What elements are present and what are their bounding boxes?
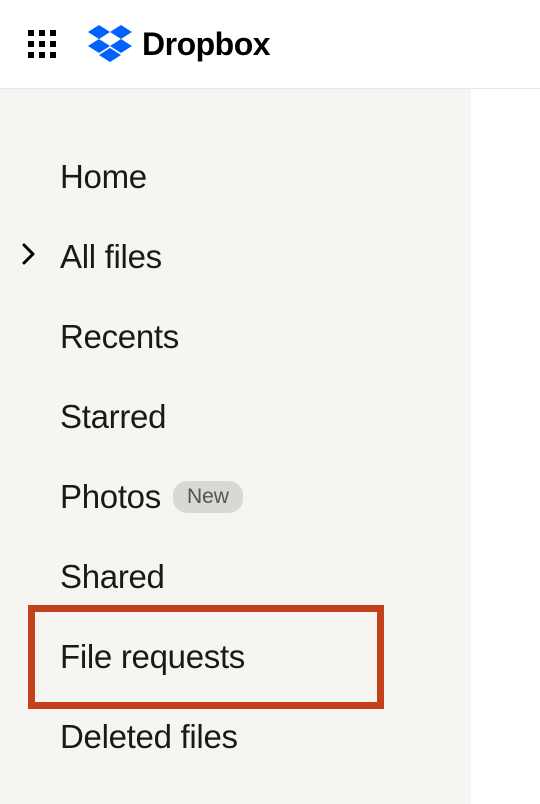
sidebar-item-label: Starred: [60, 398, 166, 436]
dropbox-glyph-icon: [88, 25, 132, 63]
sidebar-item-label: Deleted files: [60, 718, 238, 756]
chevron-right-icon: [22, 243, 36, 272]
top-header: Dropbox: [0, 0, 540, 89]
sidebar-item-shared[interactable]: Shared: [0, 537, 471, 617]
sidebar-item-label: Home: [60, 158, 147, 196]
sidebar-item-label: Photos: [60, 478, 161, 516]
brand-name: Dropbox: [142, 26, 270, 63]
sidebar-item-photos[interactable]: Photos New: [0, 457, 471, 537]
sidebar-item-label: All files: [60, 238, 162, 276]
sidebar-item-starred[interactable]: Starred: [0, 377, 471, 457]
sidebar-item-file-requests[interactable]: File requests: [0, 617, 471, 697]
sidebar-item-recents[interactable]: Recents: [0, 297, 471, 377]
app-switcher-icon[interactable]: [28, 30, 56, 58]
dropbox-logo[interactable]: Dropbox: [88, 25, 270, 63]
content-area: Home All files Recents Starred Photos Ne…: [0, 89, 540, 804]
sidebar-item-label: File requests: [60, 638, 245, 676]
main-content-panel: [471, 89, 540, 804]
sidebar-item-home[interactable]: Home: [0, 137, 471, 217]
sidebar-nav: Home All files Recents Starred Photos Ne…: [0, 89, 471, 804]
sidebar-item-label: Shared: [60, 558, 165, 596]
new-badge: New: [173, 481, 243, 513]
sidebar-item-deleted-files[interactable]: Deleted files: [0, 697, 471, 777]
sidebar-item-label: Recents: [60, 318, 179, 356]
sidebar-item-all-files[interactable]: All files: [0, 217, 471, 297]
